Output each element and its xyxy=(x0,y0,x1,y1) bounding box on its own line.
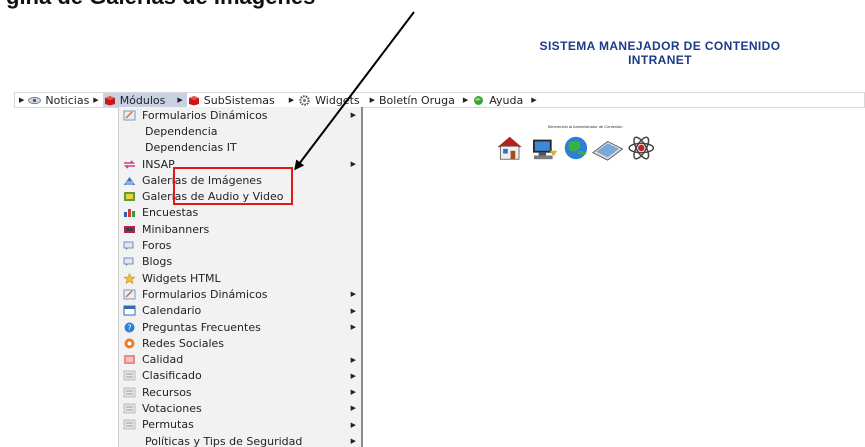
highlight-box xyxy=(173,167,293,205)
annotation-overlay xyxy=(173,11,415,205)
annotation-arrow xyxy=(294,11,415,171)
